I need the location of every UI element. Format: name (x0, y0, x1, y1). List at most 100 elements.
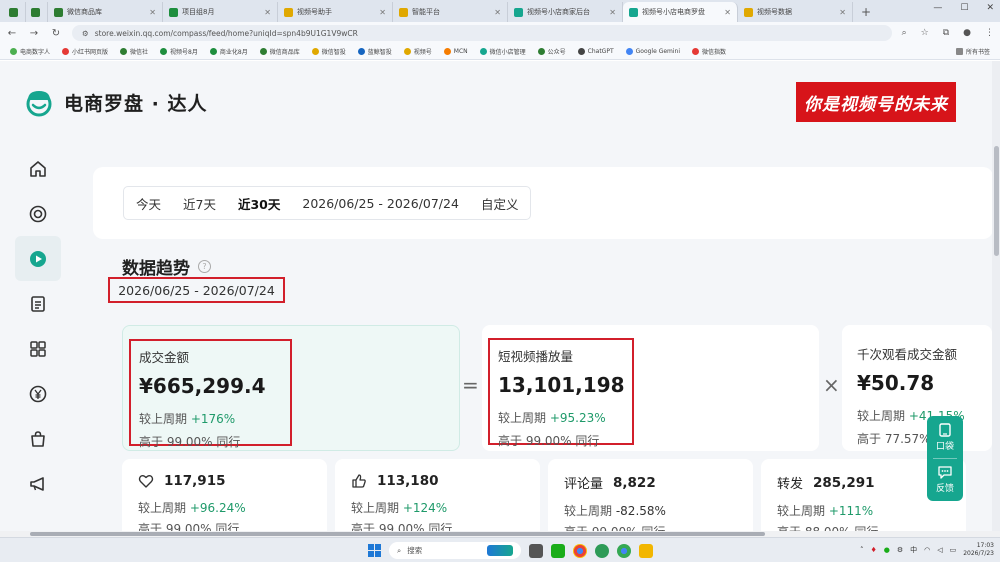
bookmark-item[interactable]: 微信商品库 (259, 47, 300, 56)
volume-icon[interactable]: ◁ (937, 546, 942, 554)
sidebar-item-marketing[interactable] (15, 461, 61, 506)
app-logo[interactable]: 电商罗盘 · 达人 (24, 87, 207, 117)
scrollbar-thumb[interactable] (994, 146, 999, 256)
bookmark-item[interactable]: 微信小店管理 (479, 47, 526, 56)
promo-banner[interactable]: 你是视频号的未来 (796, 82, 956, 122)
target-icon (29, 205, 47, 222)
new-tab-button[interactable]: + (853, 2, 879, 22)
search-placeholder: 搜索 (407, 546, 423, 555)
metric-card-views[interactable]: 短视频播放量 13,101,198 较上周期 +95.23% 高于 99.00%… (482, 325, 819, 451)
sidebar-item-finance[interactable] (15, 371, 61, 416)
antivirus-icon[interactable]: ♦ (870, 546, 876, 554)
browser-tab[interactable]: 项目组8月 ✕ (163, 2, 278, 22)
browser-tab[interactable]: 视频号数据 ✕ (738, 2, 853, 22)
tab-title: 智能平台 (412, 8, 440, 16)
maximize-icon[interactable]: ☐ (960, 3, 968, 13)
profile-icon[interactable]: ● (963, 28, 971, 38)
browser-tab[interactable] (26, 2, 48, 22)
metric-card-gmv[interactable]: 成交金额 ¥665,299.4 较上周期 +176% 高于 99.00% 同行 (122, 325, 460, 451)
bookmark-item[interactable]: 商业化8月 (209, 47, 248, 56)
help-icon[interactable]: ? (198, 260, 211, 273)
taskbar-search[interactable]: ⌕ 搜索 (389, 542, 521, 559)
browser-tab[interactable]: 微信商品库 ✕ (48, 2, 163, 22)
wifi-icon[interactable]: ◠ (924, 546, 930, 554)
url-bar[interactable]: ⚙ store.weixin.qq.com/compass/feed/home?… (72, 25, 892, 41)
menu-icon[interactable]: ⋮ (985, 28, 994, 38)
stat-card-comments[interactable]: 评论量 8,822 较上周期 -82.58% 高于 99.00% 同行 (548, 459, 753, 531)
bookmark-item[interactable]: 小红书网页版 (62, 47, 108, 56)
stat-card-likes[interactable]: 117,915 较上周期 +96.24% 高于 99.00% 同行 (122, 459, 327, 531)
close-icon[interactable]: ✕ (264, 8, 271, 17)
document-icon (31, 295, 45, 312)
browser-tab[interactable]: 智能平台 ✕ (393, 2, 508, 22)
browser-tab-active[interactable]: 视频号小店电商罗盘 ✕ (623, 2, 738, 22)
bookmark-item[interactable]: ChatGPT (577, 48, 614, 55)
browser-app-icon[interactable] (595, 543, 609, 558)
bookmark-item[interactable]: MCN (443, 48, 468, 55)
sidebar-item-home[interactable] (15, 146, 61, 191)
bookmark-item[interactable]: 视频号8月 (160, 47, 198, 56)
language-icon[interactable]: 中 (910, 545, 917, 555)
feedback-button[interactable]: 反馈 (936, 466, 954, 494)
scrollbar-thumb[interactable] (30, 532, 765, 536)
clock[interactable]: 17:03 2026/7/23 (963, 542, 994, 558)
sidebar-item-target[interactable] (15, 191, 61, 236)
close-window-icon[interactable]: ✕ (986, 3, 994, 13)
sidebar-item-video[interactable] (15, 236, 61, 281)
thumbs-up-icon (352, 474, 366, 488)
bookmark-item[interactable]: 电商数字人 (10, 47, 50, 56)
sidebar-item-document[interactable] (15, 281, 61, 326)
os-taskbar: ⌕ 搜索 ˄ ♦ ● ⚙ 中 ◠ ◁ ▭ 17:03 2026/7/23 (0, 537, 1000, 562)
bookmark-star-icon[interactable]: ☆ (921, 28, 929, 38)
stat-compare: 较上周期 +96.24% (138, 501, 246, 515)
all-bookmarks[interactable]: 所有书签 (955, 47, 990, 56)
section-heading: 数据趋势 ? (122, 254, 211, 279)
minimize-icon[interactable]: — (933, 3, 942, 13)
forward-icon[interactable]: → (28, 28, 40, 39)
bookmark-item[interactable]: 视频号 (403, 47, 432, 56)
close-icon[interactable]: ✕ (149, 8, 156, 17)
close-icon[interactable]: ✕ (724, 8, 731, 17)
close-icon[interactable]: ✕ (839, 8, 846, 17)
bookmark-item[interactable]: Google Gemini (625, 48, 680, 55)
pocket-button[interactable]: 口袋 (936, 423, 954, 452)
vertical-scrollbar[interactable] (992, 61, 1000, 531)
wechat-tray-icon[interactable]: ● (884, 546, 890, 554)
sidebar-item-shop[interactable] (15, 416, 61, 461)
windows-start-icon[interactable] (368, 544, 381, 557)
close-icon[interactable]: ✕ (494, 8, 501, 17)
chrome-app-icon[interactable] (617, 543, 631, 558)
taskbar-apps: ⌕ 搜索 (368, 542, 653, 559)
reload-icon[interactable]: ↻ (50, 28, 62, 39)
browser-tab[interactable] (4, 2, 26, 22)
battery-icon[interactable]: ▭ (950, 546, 957, 554)
folder-app-icon[interactable] (639, 543, 653, 558)
wechat-app-icon[interactable] (551, 543, 565, 558)
task-view-icon[interactable] (529, 543, 543, 558)
metric-card-rpm[interactable]: 千次观看成交金额 ¥50.78 较上周期 +41.15% 高于 77.57% (842, 325, 992, 451)
bookmark-item[interactable]: 公众号 (537, 47, 566, 56)
range-option-7days[interactable]: 近7天 (183, 194, 216, 213)
extensions-icon[interactable]: ⧉ (943, 28, 949, 38)
site-info-icon[interactable]: ⚙ (82, 29, 89, 38)
range-option-30days[interactable]: 近30天 (238, 194, 280, 213)
stat-card-thumbs[interactable]: 113,180 较上周期 +124% 高于 99.00% 同行 (335, 459, 540, 531)
close-icon[interactable]: ✕ (609, 8, 616, 17)
browser-tab[interactable]: 视频号助手 ✕ (278, 2, 393, 22)
chrome-app-icon[interactable] (573, 543, 587, 558)
range-option-dates[interactable]: 2026/06/25 - 2026/07/24 (302, 196, 459, 211)
close-icon[interactable]: ✕ (379, 8, 386, 17)
browser-tab[interactable]: 视频号小店商家后台 ✕ (508, 2, 623, 22)
bookmark-item[interactable]: 微信智投 (311, 47, 346, 56)
back-icon[interactable]: ← (6, 28, 18, 39)
bookmark-item[interactable]: 微信指数 (692, 47, 726, 56)
range-option-today[interactable]: 今天 (136, 194, 161, 213)
bookmark-item[interactable]: 微信社 (120, 47, 148, 56)
range-option-custom[interactable]: 自定义 (481, 194, 519, 213)
bookmark-item[interactable]: 蓝鲸智投 (357, 47, 392, 56)
tab-favicon-icon (399, 7, 408, 17)
sidebar-item-grid[interactable] (15, 326, 61, 371)
chevron-up-icon[interactable]: ˄ (860, 546, 864, 554)
zoom-icon[interactable]: ⌕ (902, 28, 907, 38)
settings-tray-icon[interactable]: ⚙ (897, 546, 903, 554)
